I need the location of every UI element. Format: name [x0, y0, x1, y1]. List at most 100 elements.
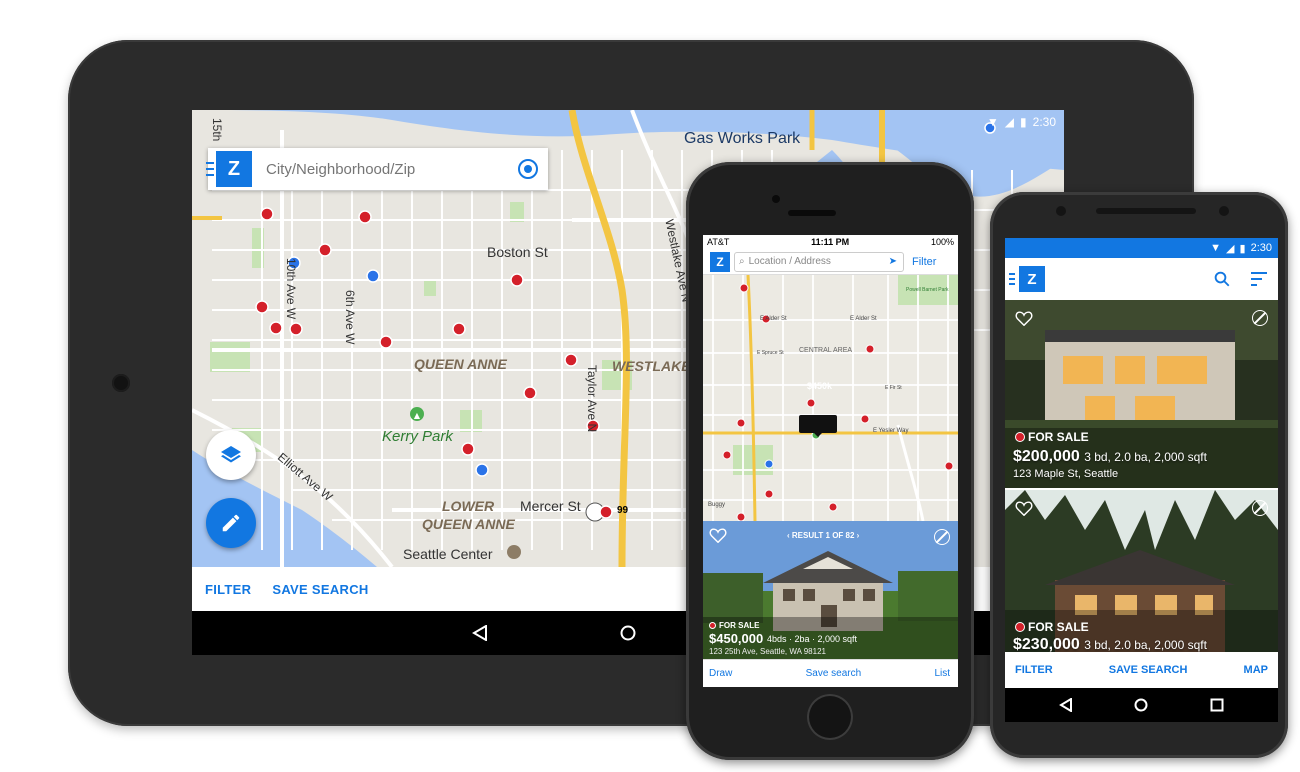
draw-button[interactable]: Draw [709, 668, 732, 679]
layers-button[interactable] [206, 430, 256, 480]
search-placeholder: Location / Address [748, 256, 831, 267]
map-label-e-spruce: E Spruce St [757, 350, 784, 356]
zillow-logo-icon[interactable]: Z [710, 251, 730, 272]
map-label-mercer-st: Mercer St [520, 498, 581, 514]
map-label-e-fir: E Fir St [885, 385, 902, 391]
list-button[interactable]: List [934, 668, 950, 679]
map-label-park: Powell Barnet Park [906, 287, 949, 293]
listing-card[interactable]: ‹ RESULT 1 OF 82 › FOR SALE $450,000 4bd… [703, 521, 958, 659]
for-sale-label: FOR SALE [1028, 620, 1089, 634]
next-arrow-icon[interactable]: › [854, 531, 860, 540]
listing-card[interactable]: FOR SALE $230,000 3 bd, 2.0 ba, 2,000 sq… [1005, 490, 1278, 652]
wifi-icon: ▼ [1210, 242, 1222, 254]
hide-icon[interactable] [1252, 500, 1268, 516]
listing-details: 4bds · 2ba · 2,000 sqft [767, 634, 858, 644]
map-label-boston-st: Boston St [487, 244, 548, 260]
zillow-logo-icon[interactable]: Z [216, 151, 252, 187]
layers-icon [221, 446, 241, 463]
battery-level: 100% [930, 237, 954, 247]
filter-button[interactable]: FILTER [1015, 664, 1053, 676]
map-label-westlake: WESTLAKE [612, 358, 691, 374]
status-time: 2:30 [1032, 115, 1056, 129]
battery-icon: ▮ [1020, 115, 1027, 129]
listing-details: 3 bd, 2.0 ba, 2,000 sqft [1084, 450, 1207, 464]
for-sale-dot-icon [1015, 432, 1025, 442]
hide-icon[interactable] [1252, 310, 1268, 326]
map-label-gas-works-park: Gas Works Park [684, 130, 801, 147]
tablet-status-bar: ▼ ◢ ▮ 2:30 [987, 114, 1056, 130]
menu-icon[interactable] [206, 162, 214, 176]
iphone-home-button[interactable] [807, 694, 853, 740]
price-value: $230,000 [1013, 636, 1080, 652]
map-label-lower-queen-anne: QUEEN ANNE [422, 516, 515, 532]
save-search-button[interactable]: SAVE SEARCH [1109, 664, 1188, 676]
filter-button[interactable]: FILTER [205, 582, 251, 597]
battery-icon: ▮ [1239, 242, 1246, 255]
status-time: 2:30 [1250, 242, 1272, 254]
android-nav-bar [1005, 688, 1278, 722]
map-label-lower: LOWER [442, 498, 495, 514]
result-label: RESULT 1 OF 82 [791, 531, 855, 540]
sort-icon[interactable] [1251, 272, 1267, 286]
zillow-logo-icon[interactable]: Z [1019, 266, 1045, 292]
hide-icon[interactable] [934, 529, 950, 545]
android-app-bar: Z [1005, 258, 1278, 300]
filter-button[interactable]: Filter [912, 256, 936, 268]
for-sale-dot-icon [709, 622, 716, 629]
for-sale-badge: FOR SALE [1015, 430, 1089, 444]
search-icon[interactable] [1213, 270, 1231, 288]
map-label-route-99: 99 [617, 505, 629, 516]
map-button[interactable]: MAP [1244, 664, 1268, 676]
svg-text:▲: ▲ [414, 411, 421, 420]
menu-icon[interactable] [1009, 273, 1015, 285]
map-label-seattle-center: Seattle Center [403, 546, 493, 562]
save-search-button[interactable]: SAVE SEARCH [272, 582, 368, 597]
tablet-search-bar: Z [208, 148, 548, 190]
android-screen: ▼ ◢ ▮ 2:30 Z FOR SALE $200,000 3 bd, 2.0… [1005, 238, 1278, 722]
iphone-status-bar: AT&T 11:11 PM 100% [703, 235, 958, 249]
back-nav-icon[interactable] [472, 625, 488, 641]
for-sale-label: FOR SALE [1028, 430, 1089, 444]
listing-price: $450,000 [709, 631, 764, 646]
search-input[interactable] [266, 160, 506, 178]
signal-icon: ◢ [1226, 242, 1235, 255]
listing-card[interactable]: FOR SALE $200,000 3 bd, 2.0 ba, 2,000 sq… [1005, 300, 1278, 488]
listing-details: 3 bd, 2.0 ba, 2,000 sqft [1084, 638, 1207, 652]
recents-nav-icon[interactable] [1210, 698, 1224, 712]
heart-icon[interactable] [1015, 310, 1033, 326]
map-label-queen-anne: QUEEN ANNE [414, 356, 507, 372]
result-counter: ‹ RESULT 1 OF 82 › [787, 531, 859, 540]
map-price-tag[interactable]: $450k [807, 381, 832, 391]
draw-button[interactable] [206, 498, 256, 548]
for-sale-label: FOR SALE [719, 621, 760, 630]
for-sale-dot-icon [1015, 622, 1025, 632]
home-nav-icon[interactable] [1134, 698, 1148, 712]
save-search-button[interactable]: Save search [806, 668, 862, 679]
map-label-buggy: Buggy [708, 502, 726, 508]
pencil-icon [222, 514, 240, 532]
android-sensor [1056, 206, 1066, 216]
listing-address: 123 Maple St, Seattle [1013, 468, 1119, 480]
listing-price: $230,000 3 bd, 2.0 ba, 2,000 sqft [1013, 636, 1207, 652]
android-speaker [1096, 208, 1196, 214]
wifi-icon: ▼ [986, 115, 999, 129]
map-label-15th: 15th [210, 118, 224, 142]
map-label-taylor-ave-n: Taylor Ave N [585, 365, 599, 433]
iphone-map[interactable] [703, 275, 958, 521]
home-nav-icon[interactable] [620, 625, 636, 641]
location-arrow-icon[interactable]: ➤ [889, 256, 897, 267]
listing-address: 123 25th Ave, Seattle, WA 98121 [709, 647, 826, 656]
iphone-camera [772, 195, 780, 203]
search-icon: ⌕ [739, 256, 745, 267]
map-label-kerry-park: Kerry Park [382, 428, 453, 445]
map-label-10th-ave-w: 10th Ave W [284, 258, 298, 320]
iphone-speaker [788, 210, 836, 216]
my-location-icon[interactable] [518, 159, 538, 179]
price-value: $200,000 [1013, 448, 1080, 465]
back-nav-icon[interactable] [1059, 698, 1073, 712]
heart-icon[interactable] [709, 527, 727, 543]
heart-icon[interactable] [1015, 500, 1033, 516]
map-label-6th-ave-w: 6th Ave W [343, 290, 357, 345]
search-input[interactable]: ⌕ Location / Address ➤ [734, 251, 904, 272]
for-sale-badge: FOR SALE [709, 621, 759, 630]
